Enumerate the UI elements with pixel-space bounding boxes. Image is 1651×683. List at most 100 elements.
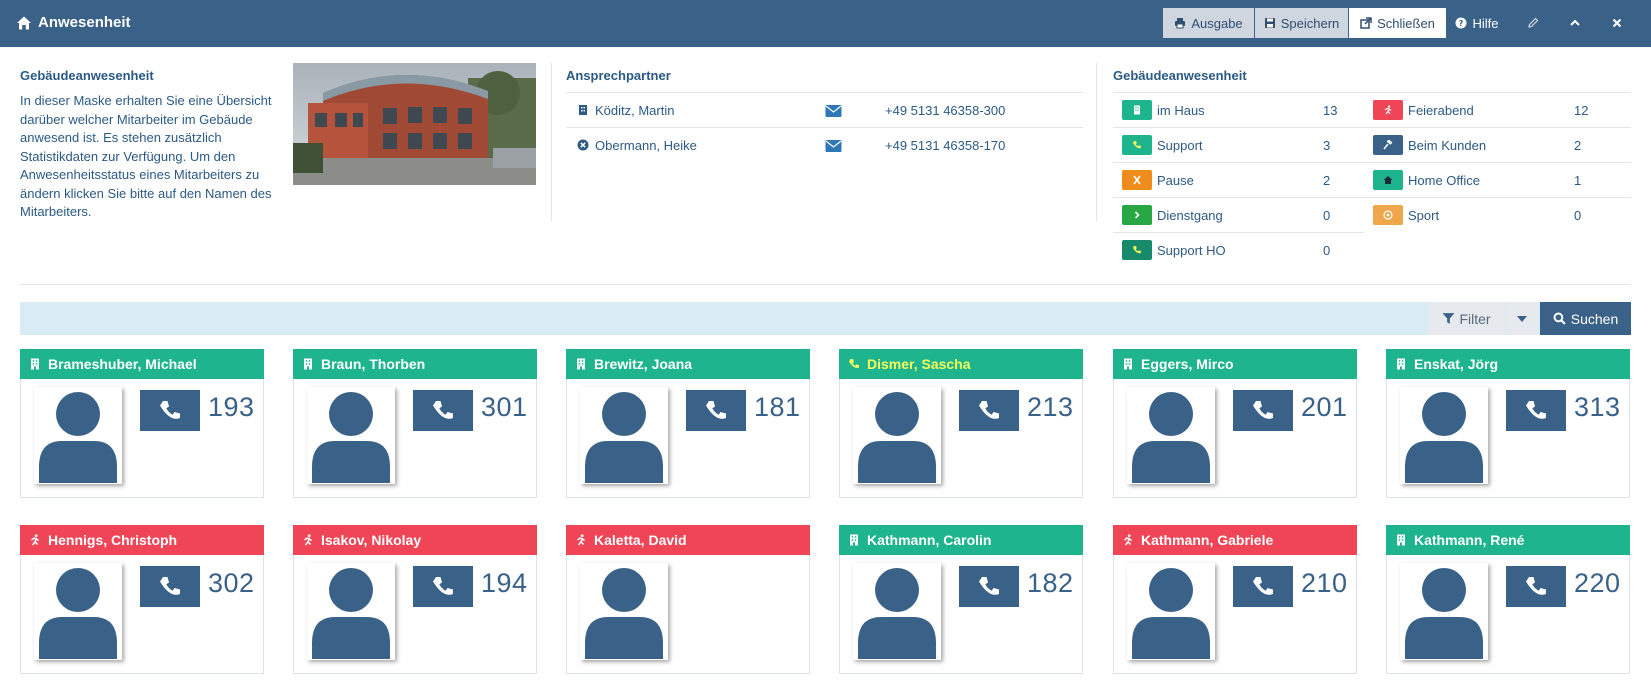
running-icon <box>302 534 314 546</box>
phone-icon <box>160 576 180 595</box>
filter-bar <box>20 302 1631 335</box>
phone-icon <box>433 400 453 419</box>
call-button[interactable] <box>959 566 1019 607</box>
search-icon <box>1553 312 1566 325</box>
employee-card: Hennigs, Christoph 302 <box>20 525 264 674</box>
employee-name[interactable]: Brameshuber, Michael <box>48 356 197 372</box>
phone-extension: 301 <box>481 392 528 422</box>
printer-icon <box>1175 18 1186 29</box>
employee-card: Braun, Thorben 301 <box>293 349 537 498</box>
employee-name[interactable]: Kaletta, David <box>594 532 687 548</box>
employee-card: Dismer, Sascha 213 <box>839 349 1083 498</box>
avatar <box>580 563 668 660</box>
call-button[interactable] <box>140 390 200 431</box>
employee-name[interactable]: Kathmann, Carolin <box>867 532 991 548</box>
employee-card-header[interactable]: Dismer, Sascha <box>839 349 1083 379</box>
employee-name[interactable]: Dismer, Sascha <box>867 356 971 372</box>
employee-name[interactable]: Hennigs, Christoph <box>48 532 177 548</box>
caret-down-icon <box>1517 315 1527 322</box>
employee-card-header[interactable]: Kathmann, Carolin <box>839 525 1083 555</box>
phone-icon <box>433 576 453 595</box>
call-button[interactable] <box>686 390 746 431</box>
employee-name[interactable]: Enskat, Jörg <box>1414 356 1498 372</box>
employee-name[interactable]: Isakov, Nikolay <box>321 532 421 548</box>
envelope-icon[interactable] <box>825 104 842 117</box>
building-icon <box>1122 100 1152 120</box>
contact-phone: +49 5131 46358-170 <box>885 137 1006 153</box>
employee-card-header[interactable]: Kathmann, Gabriele <box>1113 525 1357 555</box>
employee-card-header[interactable]: Isakov, Nikolay <box>293 525 537 555</box>
call-button[interactable] <box>1506 566 1566 607</box>
building-icon <box>848 534 860 546</box>
gavel-icon <box>1373 135 1403 155</box>
contact-name[interactable]: Obermann, Heike <box>595 138 825 153</box>
building-icon <box>1395 358 1407 370</box>
stat-feierabend: Feierabend 12 <box>1364 92 1631 127</box>
pencil-icon <box>1528 17 1539 28</box>
employee-card-header[interactable]: Braun, Thorben <box>293 349 537 379</box>
call-button[interactable] <box>959 390 1019 431</box>
employee-name[interactable]: Brewitz, Joana <box>594 356 692 372</box>
employee-card-header[interactable]: Kathmann, René <box>1386 525 1630 555</box>
employee-card-header[interactable]: Kaletta, David <box>566 525 810 555</box>
cancel-circle-icon <box>577 139 589 151</box>
window-title-text: Anwesenheit <box>38 14 131 31</box>
contact-row: Köditz, Martin +49 5131 46358-300 <box>566 92 1083 127</box>
utensils-icon <box>1122 170 1152 190</box>
call-button[interactable] <box>1506 390 1566 431</box>
employee-name[interactable]: Kathmann, Gabriele <box>1141 532 1273 548</box>
speichern-button[interactable]: Speichern <box>1255 8 1348 38</box>
contact-name[interactable]: Köditz, Martin <box>595 103 825 118</box>
employee-card: Kathmann, Gabriele 210 <box>1113 525 1357 674</box>
phone-extension: 313 <box>1574 392 1621 422</box>
employee-card-header[interactable]: Brameshuber, Michael <box>20 349 264 379</box>
search-button[interactable]: Suchen <box>1540 302 1631 335</box>
building-icon <box>1395 534 1407 546</box>
contact-phone: +49 5131 46358-300 <box>885 102 1006 118</box>
edit-button[interactable] <box>1522 8 1544 38</box>
running-icon <box>1373 100 1403 120</box>
separator <box>20 284 1631 285</box>
call-button[interactable] <box>413 566 473 607</box>
avatar <box>34 563 122 660</box>
running-icon <box>575 534 587 546</box>
call-button[interactable] <box>1233 390 1293 431</box>
phone-extension: 213 <box>1027 392 1074 422</box>
close-button[interactable] <box>1606 8 1628 38</box>
contact-row: Obermann, Heike +49 5131 46358-170 <box>566 127 1083 162</box>
call-button[interactable] <box>140 566 200 607</box>
ausgabe-button[interactable]: Ausgabe <box>1163 8 1254 38</box>
employee-name[interactable]: Kathmann, René <box>1414 532 1524 548</box>
collapse-button[interactable] <box>1564 8 1586 38</box>
employee-card: Brewitz, Joana 181 <box>566 349 810 498</box>
employee-card-header[interactable]: Brewitz, Joana <box>566 349 810 379</box>
employee-name[interactable]: Braun, Thorben <box>321 356 425 372</box>
stat-beim-kunden: Beim Kunden 2 <box>1364 127 1631 162</box>
filter-button[interactable]: Filter <box>1428 302 1505 335</box>
call-button[interactable] <box>1233 566 1293 607</box>
call-button[interactable] <box>413 390 473 431</box>
filter-dropdown-button[interactable] <box>1506 302 1538 335</box>
envelope-icon[interactable] <box>825 139 842 152</box>
employee-card: Kathmann, Carolin 182 <box>839 525 1083 674</box>
avatar <box>853 563 941 660</box>
phone-icon <box>1122 135 1152 155</box>
stat-im-haus: im Haus 13 <box>1113 92 1364 127</box>
home-icon <box>1373 170 1403 190</box>
building-icon <box>575 358 587 370</box>
running-icon <box>29 534 41 546</box>
employee-card-header[interactable]: Eggers, Mirco <box>1113 349 1357 379</box>
employee-name[interactable]: Eggers, Mirco <box>1141 356 1234 372</box>
stat-pause: Pause 2 <box>1113 162 1364 197</box>
employee-card-header[interactable]: Hennigs, Christoph <box>20 525 264 555</box>
schliessen-button[interactable]: Schließen <box>1349 8 1446 38</box>
phone-extension: 210 <box>1301 568 1348 598</box>
phone-extension: 201 <box>1301 392 1348 422</box>
hilfe-button[interactable]: ? Hilfe <box>1452 8 1502 38</box>
employee-card-header[interactable]: Enskat, Jörg <box>1386 349 1630 379</box>
phone-extension: 220 <box>1574 568 1621 598</box>
stat-support-ho: Support HO 0 <box>1113 232 1364 267</box>
phone-extension: 193 <box>208 392 255 422</box>
separator <box>1096 63 1097 221</box>
avatar <box>1127 563 1215 660</box>
